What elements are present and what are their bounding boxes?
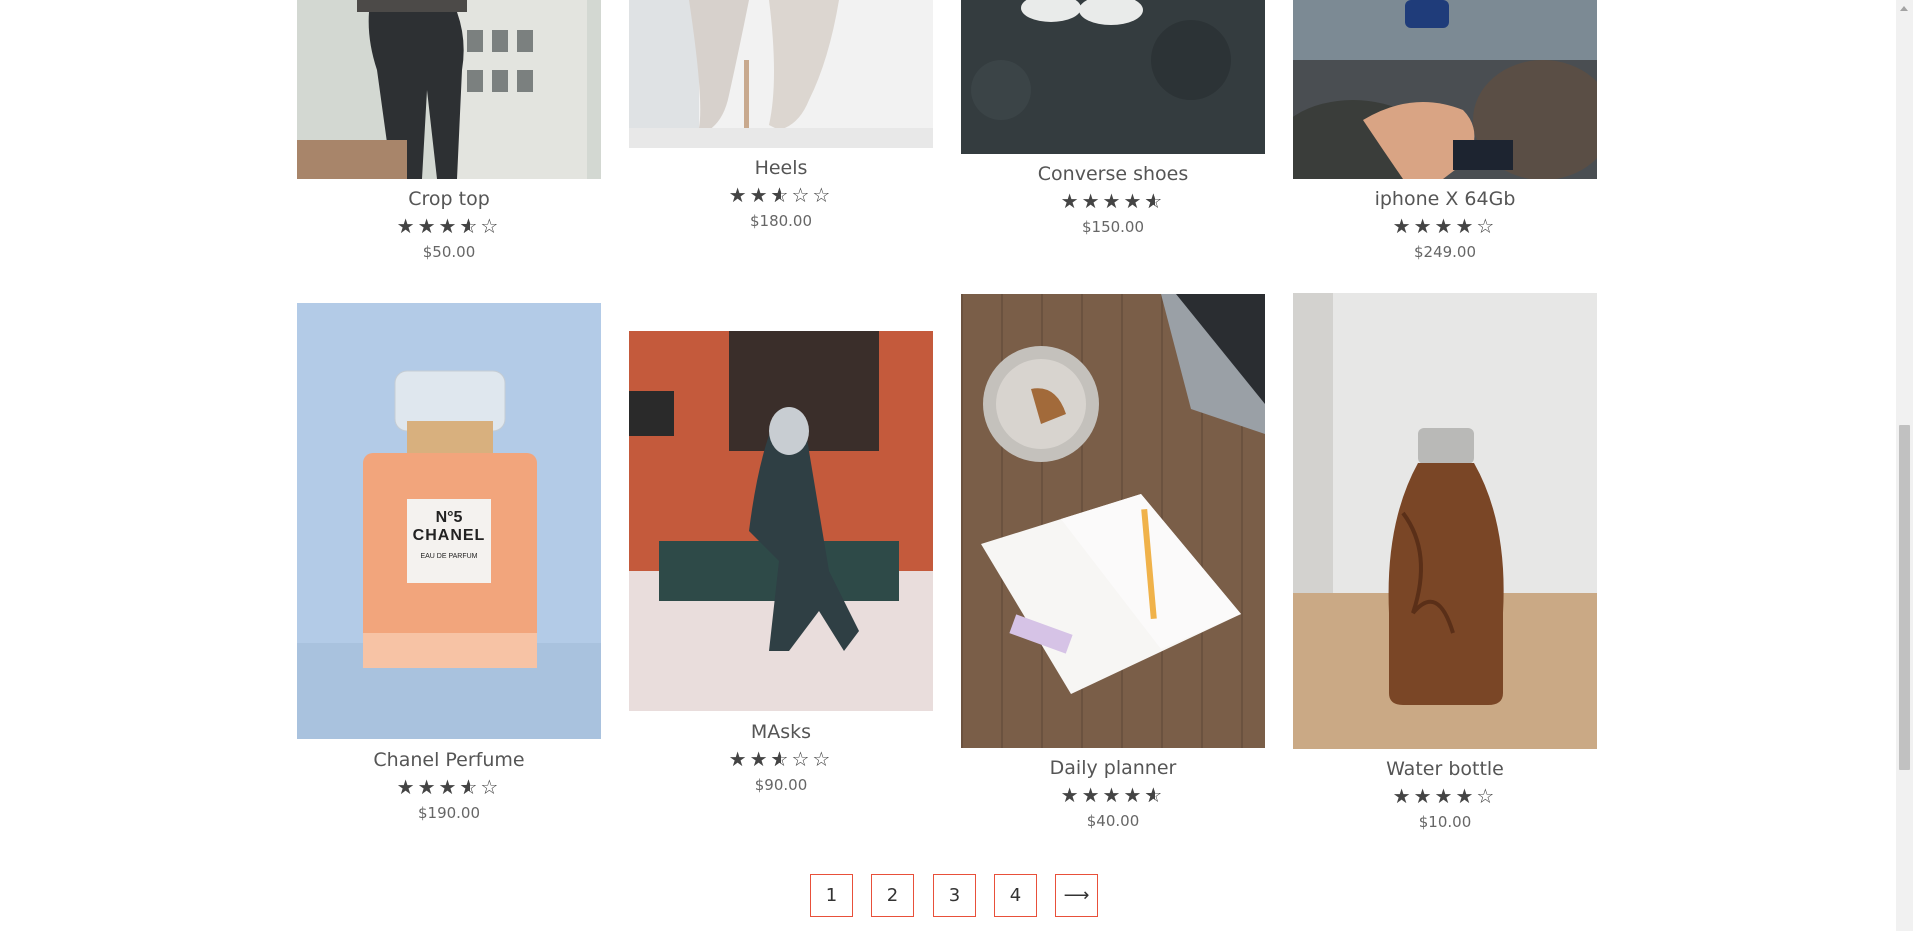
iphone-image[interactable] [1293,0,1597,179]
star-empty-icon: ☆ [812,747,834,771]
star-filled-icon: ★ [396,775,418,799]
perfume-label: N°5 CHANEL EAU DE PARFUM [407,499,491,583]
rating-stars: ★★★★☆★ [961,783,1265,807]
star-filled-icon: ★ [1413,214,1435,238]
page-4-button[interactable]: 4 [994,874,1037,917]
crop-top-image[interactable] [297,0,601,179]
product-name[interactable]: Heels [629,157,933,179]
product-name[interactable]: Water bottle [1293,758,1597,780]
rating-stars: ★★★☆★☆ [297,775,601,799]
star-filled-icon: ★ [1455,214,1477,238]
star-filled-icon: ★ [1060,189,1082,213]
product-price: $40.00 [1086,812,1140,830]
star-filled-icon: ★ [1413,784,1435,808]
product-card-water-bottle[interactable]: Water bottle ★★★★☆ $10.00 [1293,293,1597,843]
star-filled-icon: ★ [1060,783,1082,807]
rating-stars: ★★★☆★☆ [297,214,601,238]
converse-shoes-image[interactable] [961,0,1265,154]
perfume-label-brand: CHANEL [412,527,486,544]
product-price: $249.00 [1413,243,1477,261]
product-name[interactable]: iphone X 64Gb [1293,188,1597,210]
star-half-icon: ☆★ [459,214,481,238]
star-empty-icon: ☆ [480,775,502,799]
product-name[interactable]: Crop top [297,188,601,210]
star-filled-icon: ★ [438,214,460,238]
star-filled-icon: ★ [749,183,771,207]
product-price: $50.00 [422,243,476,261]
star-half-icon: ☆★ [1144,189,1166,213]
page-3-button[interactable]: 3 [933,874,976,917]
star-filled-icon: ★ [728,747,750,771]
star-filled-icon: ★ [1081,783,1103,807]
star-filled-icon: ★ [1434,214,1456,238]
star-empty-icon: ☆ [812,183,834,207]
product-price: $90.00 [754,776,808,794]
perfume-label-type: EAU DE PARFUM [420,553,478,560]
rating-stars: ★★☆★☆☆ [629,747,933,771]
product-price: $10.00 [1418,813,1472,831]
perfume-label-number: N°5 [435,509,463,526]
product-name[interactable]: MAsks [629,721,933,743]
star-filled-icon: ★ [1455,784,1477,808]
star-half-icon: ☆★ [459,775,481,799]
star-filled-icon: ★ [1081,189,1103,213]
star-filled-icon: ★ [1392,214,1414,238]
masks-statue-image[interactable] [629,331,933,711]
product-price: $150.00 [1081,218,1145,236]
star-filled-icon: ★ [1392,784,1414,808]
rating-stars: ★★☆★☆☆ [629,183,933,207]
water-bottle-image[interactable] [1293,293,1597,749]
product-name[interactable]: Converse shoes [961,163,1265,185]
page-2-button[interactable]: 2 [871,874,914,917]
next-page-button[interactable]: ⟶ [1055,874,1098,917]
scroll-up-arrow-icon[interactable] [1896,0,1913,17]
product-card-converse[interactable]: Converse shoes ★★★★☆★ $150.00 [961,0,1265,240]
product-card-iphone[interactable]: iphone X 64Gb ★★★★☆ $249.00 [1293,0,1597,270]
heels-image[interactable] [629,0,933,148]
product-name[interactable]: Daily planner [961,757,1265,779]
product-card-heels[interactable]: Heels ★★☆★☆☆ $180.00 [629,0,933,240]
star-filled-icon: ★ [1434,784,1456,808]
star-half-icon: ☆★ [770,747,792,771]
star-empty-icon: ☆ [791,183,813,207]
scrollbar-thumb[interactable] [1899,425,1910,770]
star-empty-icon: ☆ [1476,784,1498,808]
product-name[interactable]: Chanel Perfume [297,749,601,771]
star-filled-icon: ★ [749,747,771,771]
star-empty-icon: ☆ [480,214,502,238]
star-filled-icon: ★ [1102,189,1124,213]
daily-planner-image[interactable] [961,294,1265,748]
star-empty-icon: ☆ [791,747,813,771]
rating-stars: ★★★★☆ [1293,214,1597,238]
star-half-icon: ☆★ [770,183,792,207]
product-card-chanel-perfume[interactable]: N°5 CHANEL EAU DE PARFUM Chanel Perfume … [297,303,601,833]
star-filled-icon: ★ [417,214,439,238]
rating-stars: ★★★★☆ [1293,784,1597,808]
product-card-crop-top[interactable]: Crop top ★★★☆★☆ $50.00 [297,0,601,270]
chanel-perfume-image[interactable]: N°5 CHANEL EAU DE PARFUM [297,303,601,739]
star-filled-icon: ★ [438,775,460,799]
rating-stars: ★★★★☆★ [961,189,1265,213]
vertical-scrollbar[interactable] [1896,0,1913,931]
star-filled-icon: ★ [1102,783,1124,807]
star-filled-icon: ★ [728,183,750,207]
product-price: $180.00 [749,212,813,230]
product-card-daily-planner[interactable]: Daily planner ★★★★☆★ $40.00 [961,294,1265,844]
star-half-icon: ☆★ [1144,783,1166,807]
product-price: $190.00 [417,804,481,822]
page-1-button[interactable]: 1 [810,874,853,917]
product-card-masks[interactable]: MAsks ★★☆★☆☆ $90.00 [629,331,933,811]
star-filled-icon: ★ [417,775,439,799]
star-empty-icon: ☆ [1476,214,1498,238]
star-filled-icon: ★ [1123,189,1145,213]
star-filled-icon: ★ [1123,783,1145,807]
star-filled-icon: ★ [396,214,418,238]
